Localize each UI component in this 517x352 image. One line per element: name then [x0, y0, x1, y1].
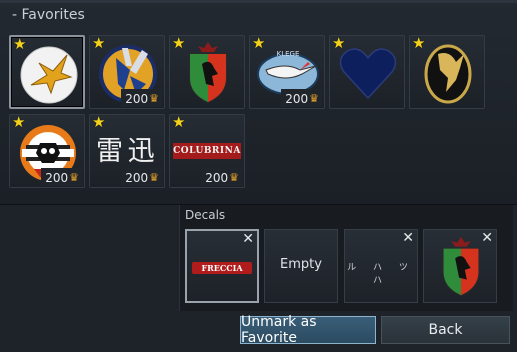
close-icon[interactable]: ✕ [242, 231, 254, 247]
kanji-emblem-text: 雷 迅 [96, 136, 155, 167]
price-tag: 200 ♛ [121, 168, 162, 186]
price-value: 200 [125, 91, 149, 106]
price-value: 200 [45, 170, 69, 185]
favorite-star-icon: ★ [172, 114, 186, 131]
price-value: 200 [285, 91, 309, 106]
favorites-header[interactable]: - Favorites [12, 7, 85, 23]
favorite-star-icon: ★ [412, 35, 426, 52]
unmark-as-favorite-button[interactable]: Unmark as Favorite [240, 314, 376, 346]
favorite-star-icon: ★ [252, 35, 266, 52]
decals-panel: Decals FRECCIA ✕ Empty ル ハ ツ ハ ✕ ✕ [179, 205, 513, 311]
decal-slot-empty[interactable]: Empty [264, 229, 338, 303]
favorite-star-icon: ★ [332, 35, 346, 52]
favorite-tile-kanji[interactable]: 雷 迅 ★ 200 ♛ [89, 114, 165, 188]
panel-top-edge [0, 0, 517, 3]
close-icon[interactable]: ✕ [481, 230, 493, 246]
favorite-star-icon: ★ [13, 35, 27, 53]
golden-eagle-currency-icon: ♛ [69, 171, 79, 184]
katakana-decal-text: ル ハ ツ ハ [347, 263, 415, 286]
favorite-star-icon: ★ [172, 35, 186, 52]
decals-label: Decals [185, 208, 226, 222]
stork-emblem-text: KLEGE [277, 50, 300, 58]
favorite-tile-target-skull[interactable]: ★ 200 ♛ [9, 114, 85, 188]
favorite-tile-heart[interactable]: ★ [329, 35, 405, 109]
favorite-star-icon: ★ [12, 114, 26, 131]
golden-eagle-currency-icon: ♛ [309, 92, 319, 105]
favorites-panel: - Favorites ★ ★ 200 ♛ ★ KLEGE ★ 200 ♛ ★ … [0, 0, 517, 205]
price-tag: 200 ♛ [201, 168, 242, 186]
price-value: 200 [125, 170, 149, 185]
favorite-tile-pegasus[interactable]: ★ [409, 35, 485, 109]
empty-slot-label: Empty [280, 257, 322, 272]
price-tag: 200 ♛ [41, 168, 82, 186]
price-tag: 200 ♛ [121, 89, 162, 107]
colubrina-emblem-label: COLUBRINA [173, 143, 241, 159]
favorite-tile-rooster-shield[interactable]: ★ [169, 35, 245, 109]
decal-slot-katakana[interactable]: ル ハ ツ ハ ✕ [344, 229, 418, 303]
golden-eagle-icon [20, 46, 78, 104]
favorite-tile-golden-eagle[interactable]: ★ [9, 35, 85, 109]
golden-eagle-currency-icon: ♛ [149, 171, 159, 184]
back-button[interactable]: Back [381, 316, 510, 344]
heart-icon [339, 48, 397, 100]
rooster-shield-icon [189, 42, 227, 104]
favorite-tile-colubrina[interactable]: COLUBRINA ★ 200 ♛ [169, 114, 245, 188]
golden-eagle-currency-icon: ♛ [149, 92, 159, 105]
price-value: 200 [205, 170, 229, 185]
freccia-text: FRECCIA [201, 263, 243, 273]
close-icon[interactable]: ✕ [402, 230, 414, 246]
favorite-star-icon: ★ [92, 35, 106, 52]
favorite-tile-stork[interactable]: KLEGE ★ 200 ♛ [249, 35, 325, 109]
golden-eagle-currency-icon: ♛ [229, 171, 239, 184]
decal-slot-rooster-shield[interactable]: ✕ [423, 229, 497, 303]
price-tag: 200 ♛ [281, 89, 322, 107]
freccia-decal-image: FRECCIA [192, 262, 252, 274]
colubrina-text: COLUBRINA [173, 146, 241, 156]
pegasus-icon [424, 44, 472, 104]
favorite-star-icon: ★ [92, 114, 106, 131]
favorite-tile-blue-wasp[interactable]: ★ 200 ♛ [89, 35, 165, 109]
decal-slot-freccia[interactable]: FRECCIA ✕ [185, 229, 259, 303]
